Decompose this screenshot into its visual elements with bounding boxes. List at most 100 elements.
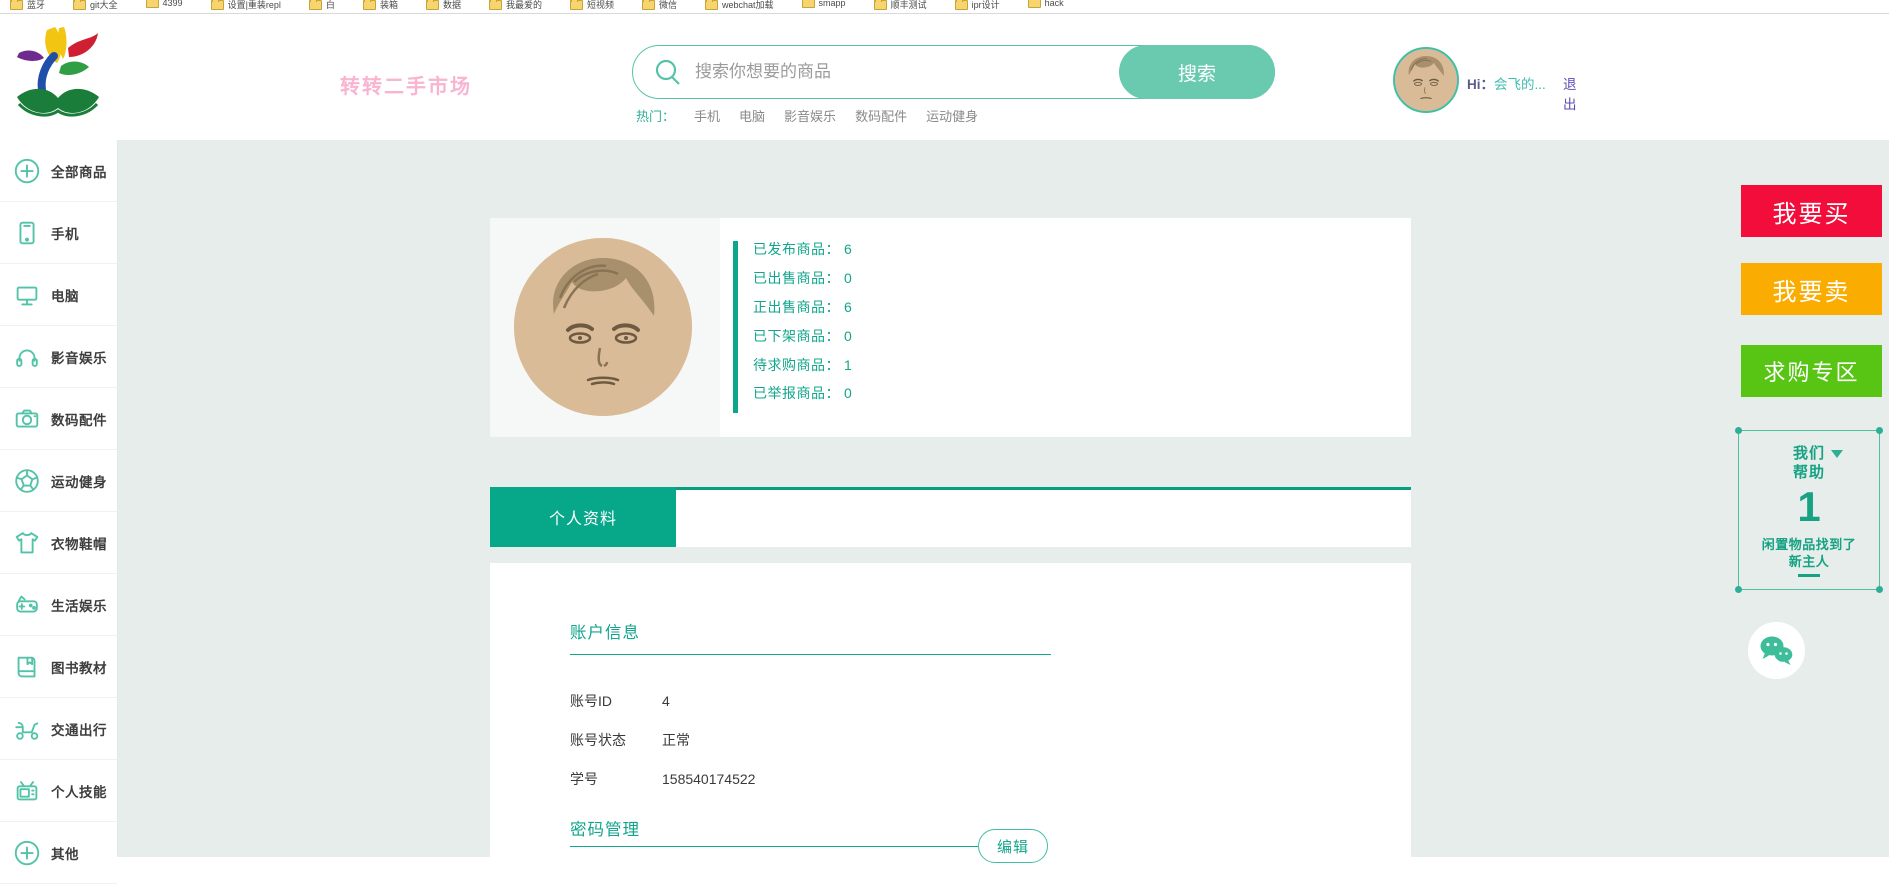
- folder-icon: [146, 0, 159, 8]
- bookmark-label: 4399: [163, 0, 183, 8]
- sidebar-item-label: 运动健身: [51, 471, 107, 491]
- hot-link[interactable]: 数码配件: [855, 106, 907, 125]
- bookmark-item[interactable]: git大全: [73, 0, 118, 11]
- sidebar-item[interactable]: 交通出行: [0, 698, 117, 760]
- sidebar-item[interactable]: 手机: [0, 202, 117, 264]
- stat-label: 已发布商品：: [753, 239, 840, 259]
- search-input[interactable]: [693, 52, 1097, 92]
- sidebar-item[interactable]: 图书教材: [0, 636, 117, 698]
- user-avatar[interactable]: [1393, 47, 1459, 113]
- sidebar-item[interactable]: 全部商品: [0, 140, 117, 202]
- tv-icon: [12, 776, 42, 806]
- corner-dot-icon: [1735, 427, 1742, 434]
- profile-avatar-panel: [490, 218, 720, 437]
- bookmark-item[interactable]: 白: [309, 0, 335, 11]
- bookmark-item[interactable]: 蓝牙: [10, 0, 45, 11]
- folder-icon: [73, 0, 86, 10]
- account-row-label: 学号: [570, 769, 662, 789]
- sidebar-item-label: 其他: [51, 843, 79, 863]
- bookmark-label: 短视频: [587, 0, 614, 11]
- stat-value: 1: [844, 357, 852, 373]
- site-title: 转转二手市场: [340, 70, 472, 99]
- stat-label: 已举报商品：: [753, 383, 840, 403]
- bookmark-item[interactable]: webchat加载: [705, 0, 774, 11]
- hot-link[interactable]: 电脑: [739, 106, 765, 125]
- avatar-sketch-icon: [514, 238, 692, 416]
- bookmark-item[interactable]: 我最爱的: [489, 0, 542, 11]
- bookmark-item[interactable]: smapp: [802, 0, 846, 8]
- profile-avatar: [514, 238, 692, 416]
- sidebar-item-label: 手机: [51, 223, 79, 243]
- bookmark-label: 数据: [443, 0, 461, 11]
- buy-button[interactable]: 我要买: [1741, 185, 1882, 237]
- hot-link[interactable]: 手机: [694, 106, 720, 125]
- sidebar-item[interactable]: 个人技能: [0, 760, 117, 822]
- folder-icon: [363, 0, 376, 10]
- password-mgmt-title: 密码管理: [570, 816, 640, 840]
- plus-circle-icon: [12, 156, 42, 186]
- sidebar-item-label: 影音娱乐: [51, 347, 107, 367]
- hot-link[interactable]: 运动健身: [926, 106, 978, 125]
- account-row-value: 正常: [662, 730, 690, 750]
- sidebar-item[interactable]: 衣物鞋帽: [0, 512, 117, 574]
- tab-personal-info[interactable]: 个人资料: [490, 487, 676, 547]
- bookmark-item[interactable]: 短视频: [570, 0, 614, 11]
- stats-list: 已发布商品：6 已出售商品：0 正出售商品：6 已下架商品：0 待求购商品：1 …: [753, 235, 852, 408]
- folder-icon: [570, 0, 583, 10]
- sell-button[interactable]: 我要卖: [1741, 263, 1882, 315]
- stat-row: 正出售商品：6: [753, 293, 852, 322]
- bookmark-label: smapp: [819, 0, 846, 8]
- stat-value: 0: [844, 328, 852, 344]
- stat-value: 0: [844, 385, 852, 401]
- bookmark-label: hack: [1045, 0, 1064, 8]
- sidebar-item[interactable]: 其他: [0, 822, 117, 884]
- user-greeting: Hi：会飞的...: [1467, 73, 1546, 93]
- bookmark-label: git大全: [90, 0, 118, 11]
- monitor-icon: [12, 280, 42, 310]
- logout-link[interactable]: 退出: [1563, 73, 1577, 113]
- bookmark-label: 我最爱的: [506, 0, 542, 11]
- bookmark-item[interactable]: 装箱: [363, 0, 398, 11]
- bookmark-item[interactable]: 数据: [426, 0, 461, 11]
- folder-icon: [426, 0, 439, 10]
- wanted-zone-button[interactable]: 求购专区: [1741, 345, 1882, 397]
- sidebar-item[interactable]: 数码配件: [0, 388, 117, 450]
- bookmark-item[interactable]: 设置|重装repl: [211, 0, 281, 11]
- stat-row: 已举报商品：0: [753, 379, 852, 408]
- sidebar-item-label: 衣物鞋帽: [51, 533, 107, 553]
- bookmark-item[interactable]: hack: [1028, 0, 1064, 8]
- bookmark-label: 装箱: [380, 0, 398, 11]
- search-button[interactable]: 搜索: [1119, 45, 1275, 99]
- stats-accent-bar: [733, 241, 738, 413]
- wechat-button[interactable]: [1748, 622, 1805, 679]
- scooter-icon: [12, 714, 42, 744]
- tshirt-icon: [12, 528, 42, 558]
- bookmark-item[interactable]: 顺丰测试: [874, 0, 927, 11]
- stat-value: 6: [844, 299, 852, 315]
- profile-tab-strip: 个人资料: [490, 487, 1411, 547]
- site-header: 转转二手市场 搜索 热门： 手机 电脑 影音娱乐 数码配件 运动健身: [0, 14, 1889, 140]
- sidebar-item[interactable]: 电脑: [0, 264, 117, 326]
- folder-icon: [309, 0, 322, 10]
- bookmark-item[interactable]: 微信: [642, 0, 677, 11]
- sidebar-item[interactable]: 运动健身: [0, 450, 117, 512]
- bookmark-item[interactable]: 4399: [146, 0, 183, 8]
- sidebar-item-label: 数码配件: [51, 409, 107, 429]
- corner-dot-icon: [1876, 427, 1883, 434]
- camera-icon: [12, 404, 42, 434]
- bookmark-label: 微信: [659, 0, 677, 11]
- corner-dot-icon: [1735, 586, 1742, 593]
- stat-row: 已出售商品：0: [753, 264, 852, 293]
- edit-button[interactable]: 编辑: [978, 829, 1048, 863]
- sidebar-item[interactable]: 影音娱乐: [0, 326, 117, 388]
- helper-line4: 新主人: [1739, 553, 1879, 570]
- sidebar-item[interactable]: 生活娱乐: [0, 574, 117, 636]
- book-icon: [12, 652, 42, 682]
- bookmark-item[interactable]: ipr设计: [955, 0, 1000, 11]
- site-logo[interactable]: [10, 24, 107, 126]
- stat-value: 6: [844, 241, 852, 257]
- account-row-label: 账号状态: [570, 730, 662, 750]
- bookmark-label: webchat加载: [722, 0, 774, 11]
- stat-value: 0: [844, 270, 852, 286]
- hot-link[interactable]: 影音娱乐: [784, 106, 836, 125]
